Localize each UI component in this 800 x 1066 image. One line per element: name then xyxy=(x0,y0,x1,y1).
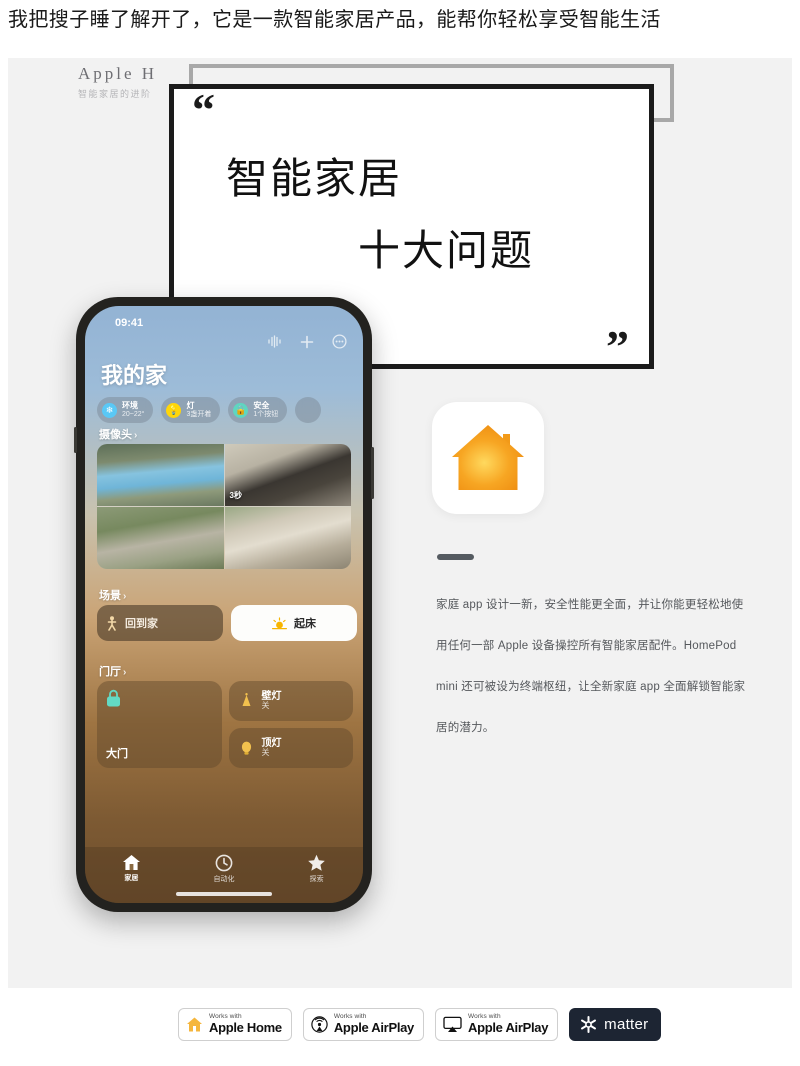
star-icon xyxy=(308,854,325,871)
chevron-right-icon: › xyxy=(123,667,127,678)
quote-open-mark: “ xyxy=(192,84,215,135)
chevron-right-icon: › xyxy=(134,430,138,441)
scene-label: 起床 xyxy=(294,618,316,630)
camera-tile-yard[interactable] xyxy=(97,507,224,569)
page-root: 我把搜子睡了解开了，它是一款智能家居产品，能帮你轻松享受智能生活 Apple H… xyxy=(0,0,800,1066)
tab-discover[interactable]: 探索 xyxy=(287,854,347,884)
plus-icon[interactable] xyxy=(300,335,314,349)
badge-matter[interactable]: matter xyxy=(569,1008,662,1041)
tab-label: 探索 xyxy=(309,876,324,883)
tab-home[interactable]: 家居 xyxy=(101,854,161,883)
accessory-tile-ceiling-lamp[interactable]: 顶灯 关 xyxy=(228,728,353,768)
section-label: 摄像头 xyxy=(99,429,132,441)
status-bar-time: 09:41 xyxy=(115,317,144,329)
home-name-title: 我的家 xyxy=(101,363,168,388)
lock-icon xyxy=(107,689,120,707)
house-icon xyxy=(452,425,524,490)
home-app-nav-icons xyxy=(267,334,347,349)
camera-badge: 3秒 xyxy=(229,491,242,500)
chip-title: 灯 xyxy=(186,401,195,411)
accessory-label: 大门 xyxy=(106,748,128,760)
accessory-tile-front-door[interactable]: 大门 xyxy=(97,681,222,768)
badge-name-label: Apple AirPlay xyxy=(468,1020,549,1036)
tab-automation[interactable]: 自动化 xyxy=(194,854,254,884)
status-chip-row: ❄ 环境 20~22° 💡 灯 3盏开着 🔒 安全 1个按钮 xyxy=(97,397,363,423)
accessory-state: 关 xyxy=(261,701,270,711)
home-indicator xyxy=(176,892,272,896)
scene-button-wake-up[interactable]: 起床 xyxy=(231,605,357,641)
light-bulb-icon: 💡 xyxy=(166,402,182,418)
section-header-scenes[interactable]: 场景 › xyxy=(99,587,126,603)
sunrise-icon xyxy=(272,616,287,629)
hero-card: Apple H 智能家居的进阶 “ 智能家居 十大问题 ” 09:41 我的家 … xyxy=(8,58,792,988)
wordmark-main: Apple H xyxy=(78,64,158,83)
status-chip-overflow[interactable] xyxy=(295,397,322,423)
quote-close-mark: ” xyxy=(606,321,629,372)
status-chip-climate[interactable]: ❄ 环境 20~22° xyxy=(97,397,154,423)
scene-row: 回到家 起床 xyxy=(97,605,357,641)
tab-label: 家居 xyxy=(124,875,139,882)
tab-label: 自动化 xyxy=(213,876,235,883)
section-header-cameras[interactable]: 摄像头 › xyxy=(99,426,137,442)
audio-waveform-icon[interactable] xyxy=(267,335,282,348)
badge-works-with-apple-airplay-video[interactable]: Works with Apple AirPlay xyxy=(435,1008,559,1041)
section-label: 场景 xyxy=(99,590,121,602)
iphone-mockup: 09:41 我的家 ❄ 环境 20~22° 💡 灯 3盏开着 🔒 安全 1个按钮… xyxy=(74,297,374,912)
chip-subtitle: 1个按钮 xyxy=(253,410,279,418)
status-chip-lights[interactable]: 💡 灯 3盏开着 xyxy=(161,397,221,423)
section-header-hallway[interactable]: 门厅 › xyxy=(99,663,126,679)
wordmark-sub: 智能家居的进阶 xyxy=(78,89,152,99)
more-circle-icon[interactable] xyxy=(332,334,347,349)
lock-icon: 🔒 xyxy=(233,402,249,418)
camera-tile-living-room[interactable] xyxy=(224,507,351,569)
clock-icon xyxy=(215,854,233,872)
apple-home-wordmark: Apple H 智能家居的进阶 xyxy=(78,64,157,100)
chip-title: 安全 xyxy=(253,401,270,411)
wall-lamp-icon xyxy=(242,692,250,706)
matter-logo-icon xyxy=(581,1016,597,1033)
badge-works-with-apple-airplay-audio[interactable]: Works with Apple AirPlay xyxy=(302,1008,424,1041)
status-chip-security[interactable]: 🔒 安全 1个按钮 xyxy=(228,397,288,423)
badge-name-label: Apple Home xyxy=(209,1020,282,1036)
chevron-right-icon: › xyxy=(123,591,127,602)
house-icon xyxy=(122,855,140,870)
accessory-tile-wall-lamp[interactable]: 壁灯 关 xyxy=(228,681,353,721)
walking-person-icon xyxy=(107,615,117,631)
body-paragraph: 家庭 app 设计一新，安全性能更全面，并让你能更轻松地使用任何一部 Apple… xyxy=(436,599,746,734)
chip-subtitle: 20~22° xyxy=(122,410,145,418)
text-divider xyxy=(437,554,474,560)
camera-grid[interactable]: 3秒 xyxy=(97,444,351,569)
ceiling-lamp-icon xyxy=(241,741,251,755)
bubble-line-1: 智能家居 xyxy=(226,155,403,202)
scene-label: 回到家 xyxy=(125,618,158,630)
apple-home-app-icon[interactable] xyxy=(432,402,544,514)
bubble-line-2: 十大问题 xyxy=(358,227,535,274)
chip-subtitle: 3盏开着 xyxy=(186,410,212,418)
iphone-screen: 09:41 我的家 ❄ 环境 20~22° 💡 灯 3盏开着 🔒 安全 1个按钮… xyxy=(85,306,363,903)
scene-button-arrive-home[interactable]: 回到家 xyxy=(97,605,223,641)
badge-works-with-apple-home[interactable]: Works with Apple Home xyxy=(178,1008,292,1041)
camera-tile-bedroom[interactable]: 3秒 xyxy=(224,444,351,506)
accessory-state: 关 xyxy=(261,748,270,758)
home-badge-icon xyxy=(187,1017,202,1032)
chip-title: 环境 xyxy=(122,401,138,411)
page-title: 我把搜子睡了解开了，它是一款智能家居产品，能帮你轻松享受智能生活 xyxy=(8,9,661,31)
airplay-video-icon xyxy=(443,1016,462,1032)
climate-icon: ❄ xyxy=(102,402,117,418)
camera-tile-pool[interactable] xyxy=(97,444,224,506)
hallway-accessory-grid: 大门 壁灯 关 顶灯 关 xyxy=(97,681,353,768)
compatibility-badge-row: Works with Apple Home Works with Apple A… xyxy=(178,1008,662,1041)
badge-name-label: Apple AirPlay xyxy=(333,1020,414,1036)
airplay-audio-icon xyxy=(311,1016,328,1033)
badge-name-label: matter xyxy=(604,1016,649,1033)
section-label: 门厅 xyxy=(99,666,121,678)
